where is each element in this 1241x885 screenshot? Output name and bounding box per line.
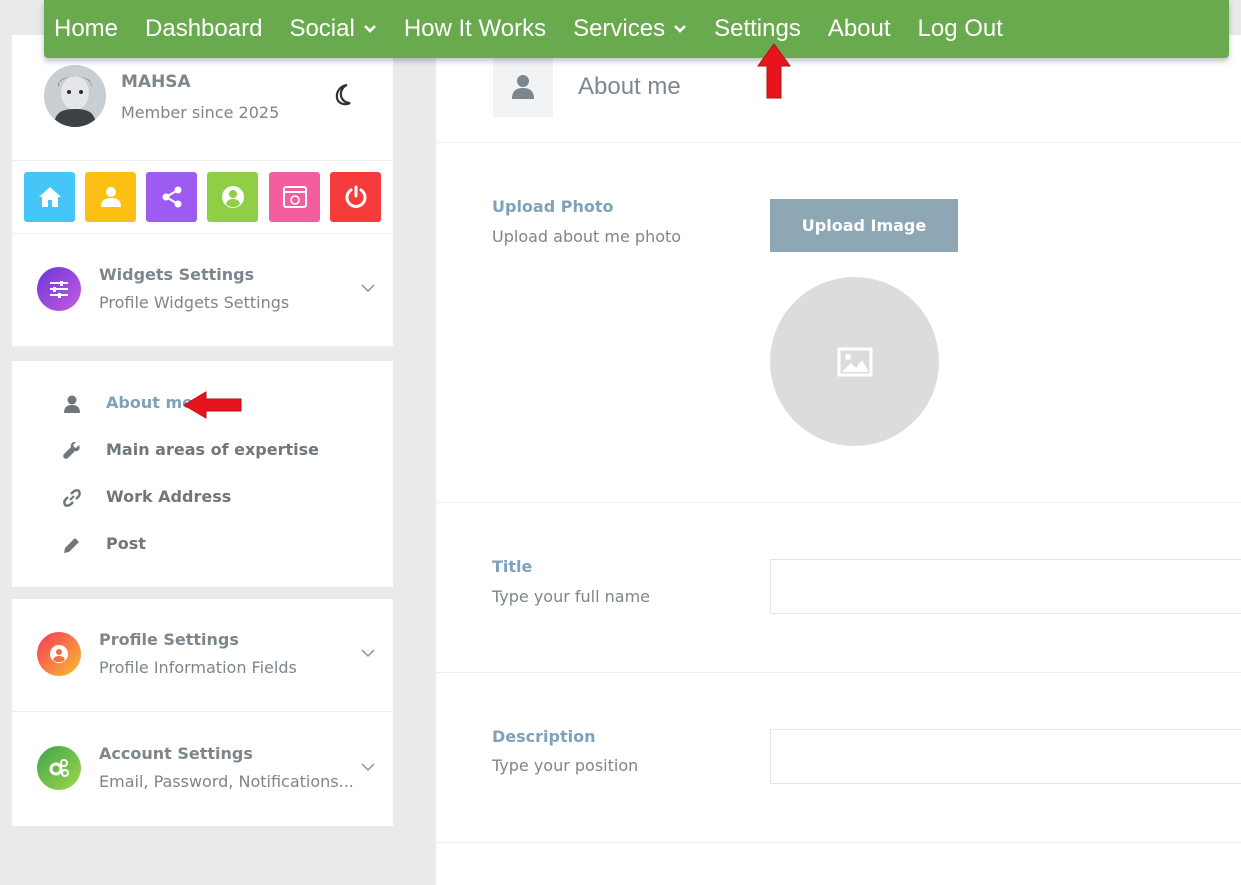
- nav-settings-label: Settings: [714, 15, 801, 42]
- nav-about[interactable]: About: [828, 15, 891, 43]
- upload-photo-label: Upload Photo: [492, 197, 614, 216]
- nav-services[interactable]: Services: [573, 15, 687, 43]
- nav-logout[interactable]: Log Out: [918, 15, 1003, 43]
- moon-icon[interactable]: [332, 83, 356, 111]
- chevron-down-icon: [363, 25, 376, 33]
- nav-home[interactable]: Home: [54, 15, 118, 43]
- submenu-label: Main areas of expertise: [106, 440, 319, 459]
- chevron-down-icon: [361, 284, 375, 293]
- title-label: Title: [492, 557, 533, 576]
- sidebar: MAHSA Member since 2025 Widgets Settings…: [12, 35, 393, 826]
- submenu-label: About me: [106, 393, 193, 412]
- chevron-down-icon: [361, 649, 375, 658]
- browser-window-icon: [282, 186, 307, 208]
- quick-share-button[interactable]: [146, 172, 197, 222]
- nav-dashboard-label: Dashboard: [145, 15, 263, 42]
- nav-logout-label: Log Out: [917, 15, 1003, 42]
- submenu-item-work-address[interactable]: Work Address: [25, 483, 380, 513]
- profile-settings-subtitle: Profile Information Fields: [99, 658, 297, 677]
- submenu-item-expertise[interactable]: Main areas of expertise: [25, 436, 380, 466]
- profile-settings-title: Profile Settings: [99, 630, 239, 649]
- quick-profile-button[interactable]: [207, 172, 258, 222]
- chevron-down-icon: [674, 25, 687, 33]
- quick-logout-button[interactable]: [330, 172, 381, 222]
- title-section: Title Type your full name: [436, 503, 1241, 673]
- nav-social[interactable]: Social: [289, 15, 376, 43]
- quick-window-button[interactable]: [269, 172, 320, 222]
- widgets-settings-title: Widgets Settings: [99, 265, 255, 284]
- description-label: Description: [492, 727, 596, 746]
- image-icon: [837, 347, 872, 376]
- quick-home-button[interactable]: [24, 172, 75, 222]
- quick-actions: [12, 161, 393, 234]
- nav-home-label: Home: [54, 15, 119, 42]
- cogs-icon: [37, 746, 81, 790]
- nav-social-label: Social: [289, 15, 355, 42]
- nav-how-it-works-label: How It Works: [403, 15, 547, 42]
- avatar[interactable]: [44, 65, 106, 127]
- nav-settings[interactable]: Settings: [714, 15, 801, 43]
- user-circle-icon: [37, 632, 81, 676]
- title-help: Type your full name: [492, 587, 651, 606]
- chevron-down-icon: [361, 763, 375, 772]
- user-icon: [493, 57, 553, 117]
- nav-about-label: About: [827, 15, 891, 42]
- divider: [12, 587, 393, 599]
- power-icon: [345, 185, 366, 208]
- share-icon: [162, 186, 181, 208]
- member-since: Member since 2025: [121, 103, 280, 122]
- submenu-label: Work Address: [106, 487, 232, 506]
- account-settings-title: Account Settings: [99, 744, 253, 763]
- title-input[interactable]: [770, 559, 1241, 614]
- page-title: About me: [578, 73, 681, 100]
- widgets-settings-subtitle: Profile Widgets Settings: [99, 293, 290, 312]
- nav-how-it-works[interactable]: How It Works: [404, 15, 546, 43]
- submenu-label: Post: [106, 534, 146, 553]
- nav-dashboard[interactable]: Dashboard: [145, 15, 262, 43]
- nav-services-label: Services: [573, 15, 666, 42]
- description-input[interactable]: [770, 729, 1241, 784]
- user-icon: [100, 187, 121, 207]
- arrow-left-icon: [183, 391, 242, 419]
- account-settings-accordion[interactable]: Account Settings Email, Password, Notifi…: [12, 713, 393, 826]
- home-icon: [38, 187, 61, 207]
- link-icon: [62, 488, 82, 508]
- upload-photo-help: Upload about me photo: [492, 227, 682, 246]
- sliders-icon: [37, 267, 81, 311]
- divider: [12, 347, 393, 361]
- user-circle-icon: [221, 186, 244, 208]
- widgets-settings-accordion[interactable]: Widgets Settings Profile Widgets Setting…: [12, 234, 393, 347]
- pencil-icon: [62, 535, 82, 555]
- description-section: Description Type your position: [436, 673, 1241, 843]
- wrench-icon: [62, 441, 82, 461]
- upload-photo-section: Upload Photo Upload about me photo Uploa…: [436, 143, 1241, 503]
- arrow-up-icon: [757, 43, 791, 99]
- user-icon: [62, 394, 82, 414]
- top-navbar: Home Dashboard Social How It Works Servi…: [44, 0, 1229, 58]
- user-name: MAHSA: [121, 72, 191, 92]
- account-settings-subtitle: Email, Password, Notifications...: [99, 772, 354, 791]
- main-panel: About me Upload Photo Upload about me ph…: [436, 35, 1241, 885]
- quick-user-button[interactable]: [85, 172, 136, 222]
- upload-image-button[interactable]: Upload Image: [770, 199, 958, 252]
- profile-settings-accordion[interactable]: Profile Settings Profile Information Fie…: [12, 599, 393, 712]
- photo-preview[interactable]: [770, 277, 939, 446]
- description-help: Type your position: [492, 756, 639, 775]
- submenu-item-post[interactable]: Post: [25, 530, 380, 560]
